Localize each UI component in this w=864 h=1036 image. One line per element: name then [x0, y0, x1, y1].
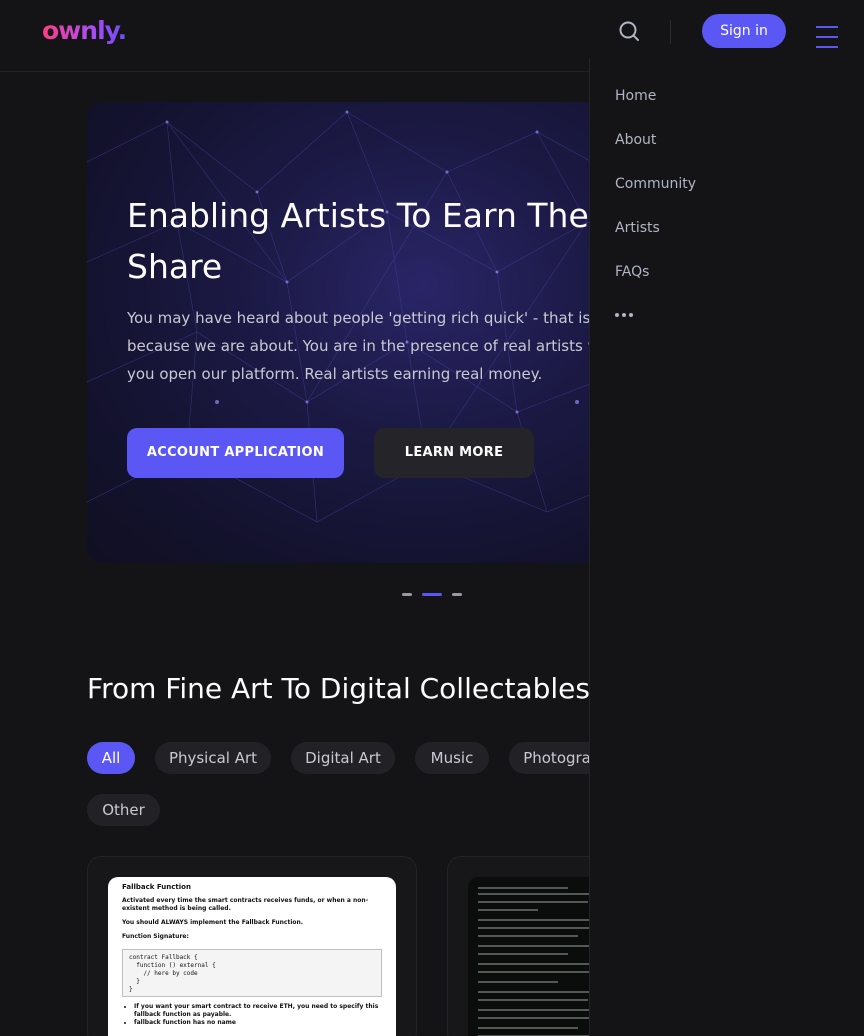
hero-banner: Enabling Artists To Earn Their Share You… — [87, 102, 647, 563]
doc-bullets: If you want your smart contract to recei… — [122, 1003, 382, 1027]
doc-line: Function Signature: — [122, 933, 189, 940]
search-icon — [619, 21, 639, 41]
doc-code-block: contract Fallback { function () external… — [122, 949, 382, 997]
search-button[interactable] — [614, 16, 644, 46]
menu-item-home[interactable]: Home — [615, 86, 656, 106]
more-horizontal-icon[interactable] — [615, 313, 633, 317]
menu-item-artists[interactable]: Artists — [615, 218, 660, 238]
carousel-dot-2[interactable] — [422, 593, 442, 596]
doc-bullet: fallback function has no name — [134, 1019, 382, 1027]
doc-line: You should ALWAYS implement the Fallback… — [122, 919, 304, 926]
doc-line: Activated every time the smart contracts… — [122, 897, 369, 912]
header-divider — [670, 20, 671, 44]
carousel-dot-3[interactable] — [452, 593, 462, 596]
menu-item-community[interactable]: Community — [615, 174, 696, 194]
hero-title: Enabling Artists To Earn Their Share — [127, 196, 612, 286]
logo[interactable]: ownly. — [42, 16, 127, 45]
nft-card[interactable]: Fallback Function Activated every time t… — [87, 856, 417, 1036]
filter-chip-physical-art[interactable]: Physical Art — [155, 742, 271, 774]
filter-chip-all[interactable]: All — [87, 742, 135, 774]
account-application-button[interactable]: ACCOUNT APPLICATION — [127, 428, 344, 478]
learn-more-button[interactable]: LEARN MORE — [374, 428, 534, 478]
hamburger-icon[interactable] — [816, 26, 838, 50]
filter-chip-other[interactable]: Other — [87, 794, 160, 826]
section-title: From Fine Art To Digital Collectables — [87, 672, 590, 705]
menu-item-faqs[interactable]: FAQs — [615, 262, 649, 282]
carousel-dot-1[interactable] — [402, 593, 412, 596]
sign-in-button[interactable]: Sign in — [702, 14, 786, 48]
hero-description: You may have heard about people 'getting… — [127, 309, 629, 383]
doc-bullet: If you want your smart contract to recei… — [134, 1003, 382, 1019]
filter-chip-digital-art[interactable]: Digital Art — [291, 742, 395, 774]
filter-chip-music[interactable]: Music — [415, 742, 489, 774]
menu-item-about[interactable]: About — [615, 130, 656, 150]
nav-menu-panel: Home About Community Artists FAQs — [589, 58, 864, 1036]
doc-heading: Fallback Function — [122, 883, 191, 891]
card-image-document: Fallback Function Activated every time t… — [108, 877, 396, 1036]
